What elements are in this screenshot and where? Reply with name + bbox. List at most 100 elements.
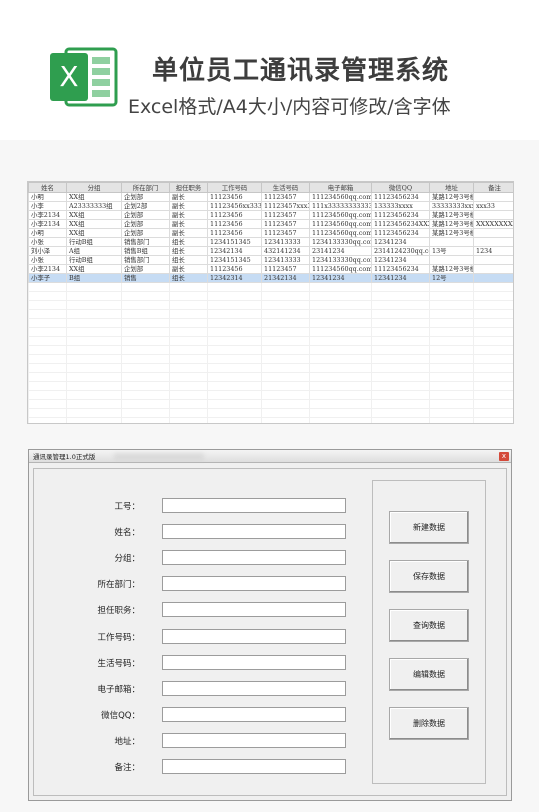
empty-cell[interactable] bbox=[66, 363, 122, 373]
table-cell[interactable]: 销售部门 bbox=[121, 237, 170, 247]
empty-row[interactable] bbox=[28, 300, 513, 310]
empty-cell[interactable] bbox=[429, 282, 474, 292]
table-cell[interactable]: 12342314 bbox=[207, 273, 262, 283]
table-cell[interactable]: 12341234 bbox=[371, 273, 430, 283]
table-cell[interactable]: 行动B组 bbox=[66, 255, 122, 265]
column-header[interactable]: 电子邮箱 bbox=[309, 182, 372, 193]
empty-cell[interactable] bbox=[429, 363, 474, 373]
name-input[interactable] bbox=[162, 524, 346, 539]
empty-cell[interactable] bbox=[121, 345, 170, 355]
column-header[interactable]: 分组 bbox=[66, 182, 122, 193]
empty-cell[interactable] bbox=[66, 390, 122, 400]
empty-cell[interactable] bbox=[169, 291, 208, 301]
empty-cell[interactable] bbox=[28, 354, 67, 364]
table-cell[interactable]: 12341234 bbox=[309, 273, 372, 283]
table-cell[interactable]: 副长 bbox=[169, 264, 208, 274]
table-cell[interactable]: XX组 bbox=[66, 264, 122, 274]
empty-cell[interactable] bbox=[309, 309, 372, 319]
table-cell[interactable]: B组 bbox=[66, 273, 122, 283]
table-cell[interactable]: 某路12号3号楼 bbox=[429, 210, 474, 220]
empty-cell[interactable] bbox=[207, 282, 262, 292]
empty-cell[interactable] bbox=[261, 372, 310, 382]
table-cell[interactable]: 刘小泽 bbox=[28, 246, 67, 256]
table-cell[interactable]: XX组 bbox=[66, 219, 122, 229]
address-input[interactable] bbox=[162, 733, 346, 748]
empty-cell[interactable] bbox=[169, 390, 208, 400]
table-cell[interactable]: 企划部 bbox=[121, 210, 170, 220]
table-cell[interactable]: 11123457 bbox=[261, 228, 310, 238]
table-row[interactable]: 小明 XX组 企划部 副长 11123456 11123457 111234560qq.co… bbox=[28, 192, 513, 202]
table-cell[interactable]: 小李2134 bbox=[28, 210, 67, 220]
empty-cell[interactable] bbox=[309, 336, 372, 346]
empty-cell[interactable] bbox=[207, 363, 262, 373]
empty-cell[interactable] bbox=[261, 300, 310, 310]
empty-row[interactable] bbox=[28, 291, 513, 301]
table-cell[interactable] bbox=[473, 255, 513, 265]
empty-cell[interactable] bbox=[309, 363, 372, 373]
table-cell[interactable]: 小李2134 bbox=[28, 264, 67, 274]
table-cell[interactable]: 1234151345 bbox=[207, 255, 262, 265]
empty-row[interactable] bbox=[28, 417, 513, 423]
empty-cell[interactable] bbox=[121, 408, 170, 418]
table-cell[interactable] bbox=[473, 192, 513, 202]
empty-cell[interactable] bbox=[66, 408, 122, 418]
empty-cell[interactable] bbox=[429, 309, 474, 319]
table-cell[interactable]: 小李2134 bbox=[28, 219, 67, 229]
empty-cell[interactable] bbox=[371, 381, 430, 391]
table-cell[interactable]: 小明 bbox=[28, 192, 67, 202]
empty-cell[interactable] bbox=[207, 327, 262, 337]
empty-cell[interactable] bbox=[473, 372, 513, 382]
table-cell[interactable]: 11123456234 bbox=[371, 264, 430, 274]
empty-cell[interactable] bbox=[28, 336, 67, 346]
empty-cell[interactable] bbox=[28, 327, 67, 337]
empty-row[interactable] bbox=[28, 309, 513, 319]
empty-cell[interactable] bbox=[66, 282, 122, 292]
empty-cell[interactable] bbox=[207, 345, 262, 355]
empty-cell[interactable] bbox=[169, 327, 208, 337]
table-cell[interactable]: 11123456 bbox=[207, 228, 262, 238]
empty-cell[interactable] bbox=[121, 399, 170, 409]
empty-cell[interactable] bbox=[473, 345, 513, 355]
department-input[interactable] bbox=[162, 576, 346, 591]
table-cell[interactable]: 企划部 bbox=[121, 219, 170, 229]
empty-cell[interactable] bbox=[207, 291, 262, 301]
table-row[interactable]: 小张 行动B组 销售部门 组长 1234151345 123413333 123413333… bbox=[28, 255, 513, 265]
table-cell[interactable]: 行动B组 bbox=[66, 237, 122, 247]
table-row[interactable]: 小李2134 XX组 企划部 副长 11123456 11123457 111234560q… bbox=[28, 219, 513, 229]
empty-cell[interactable] bbox=[429, 408, 474, 418]
save-data-button[interactable]: 保存数据 bbox=[389, 560, 469, 593]
empty-row[interactable] bbox=[28, 372, 513, 382]
empty-cell[interactable] bbox=[473, 309, 513, 319]
empty-cell[interactable] bbox=[66, 354, 122, 364]
empty-cell[interactable] bbox=[207, 390, 262, 400]
empty-cell[interactable] bbox=[371, 300, 430, 310]
empty-cell[interactable] bbox=[121, 390, 170, 400]
empty-cell[interactable] bbox=[371, 372, 430, 382]
empty-cell[interactable] bbox=[309, 372, 372, 382]
empty-cell[interactable] bbox=[28, 381, 67, 391]
empty-cell[interactable] bbox=[169, 318, 208, 328]
column-header[interactable]: 所在部门 bbox=[121, 182, 170, 193]
empty-cell[interactable] bbox=[473, 354, 513, 364]
empty-row[interactable] bbox=[28, 381, 513, 391]
empty-cell[interactable] bbox=[309, 345, 372, 355]
empty-cell[interactable] bbox=[473, 417, 513, 423]
table-cell[interactable]: 133333xxxx bbox=[371, 201, 430, 211]
empty-cell[interactable] bbox=[261, 408, 310, 418]
table-cell[interactable]: 某路12号3号楼 bbox=[429, 228, 474, 238]
table-cell[interactable]: 111234560qq.com bbox=[309, 192, 372, 202]
empty-cell[interactable] bbox=[169, 399, 208, 409]
empty-cell[interactable] bbox=[309, 318, 372, 328]
column-header[interactable]: 姓名 bbox=[28, 182, 67, 193]
empty-cell[interactable] bbox=[207, 318, 262, 328]
table-row[interactable]: 小张 行动B组 销售部门 组长 1234151345 123413333 123413333… bbox=[28, 237, 513, 247]
work-phone-input[interactable] bbox=[162, 629, 346, 644]
empty-cell[interactable] bbox=[429, 327, 474, 337]
empty-cell[interactable] bbox=[429, 417, 474, 423]
table-row[interactable]: 小李A23333333组企划2部副长11123456xx333331112345… bbox=[28, 201, 513, 211]
empty-cell[interactable] bbox=[371, 318, 430, 328]
empty-cell[interactable] bbox=[169, 282, 208, 292]
table-cell[interactable]: 组长 bbox=[169, 246, 208, 256]
table-cell[interactable]: 某路12号3号楼 bbox=[429, 264, 474, 274]
empty-cell[interactable] bbox=[207, 399, 262, 409]
